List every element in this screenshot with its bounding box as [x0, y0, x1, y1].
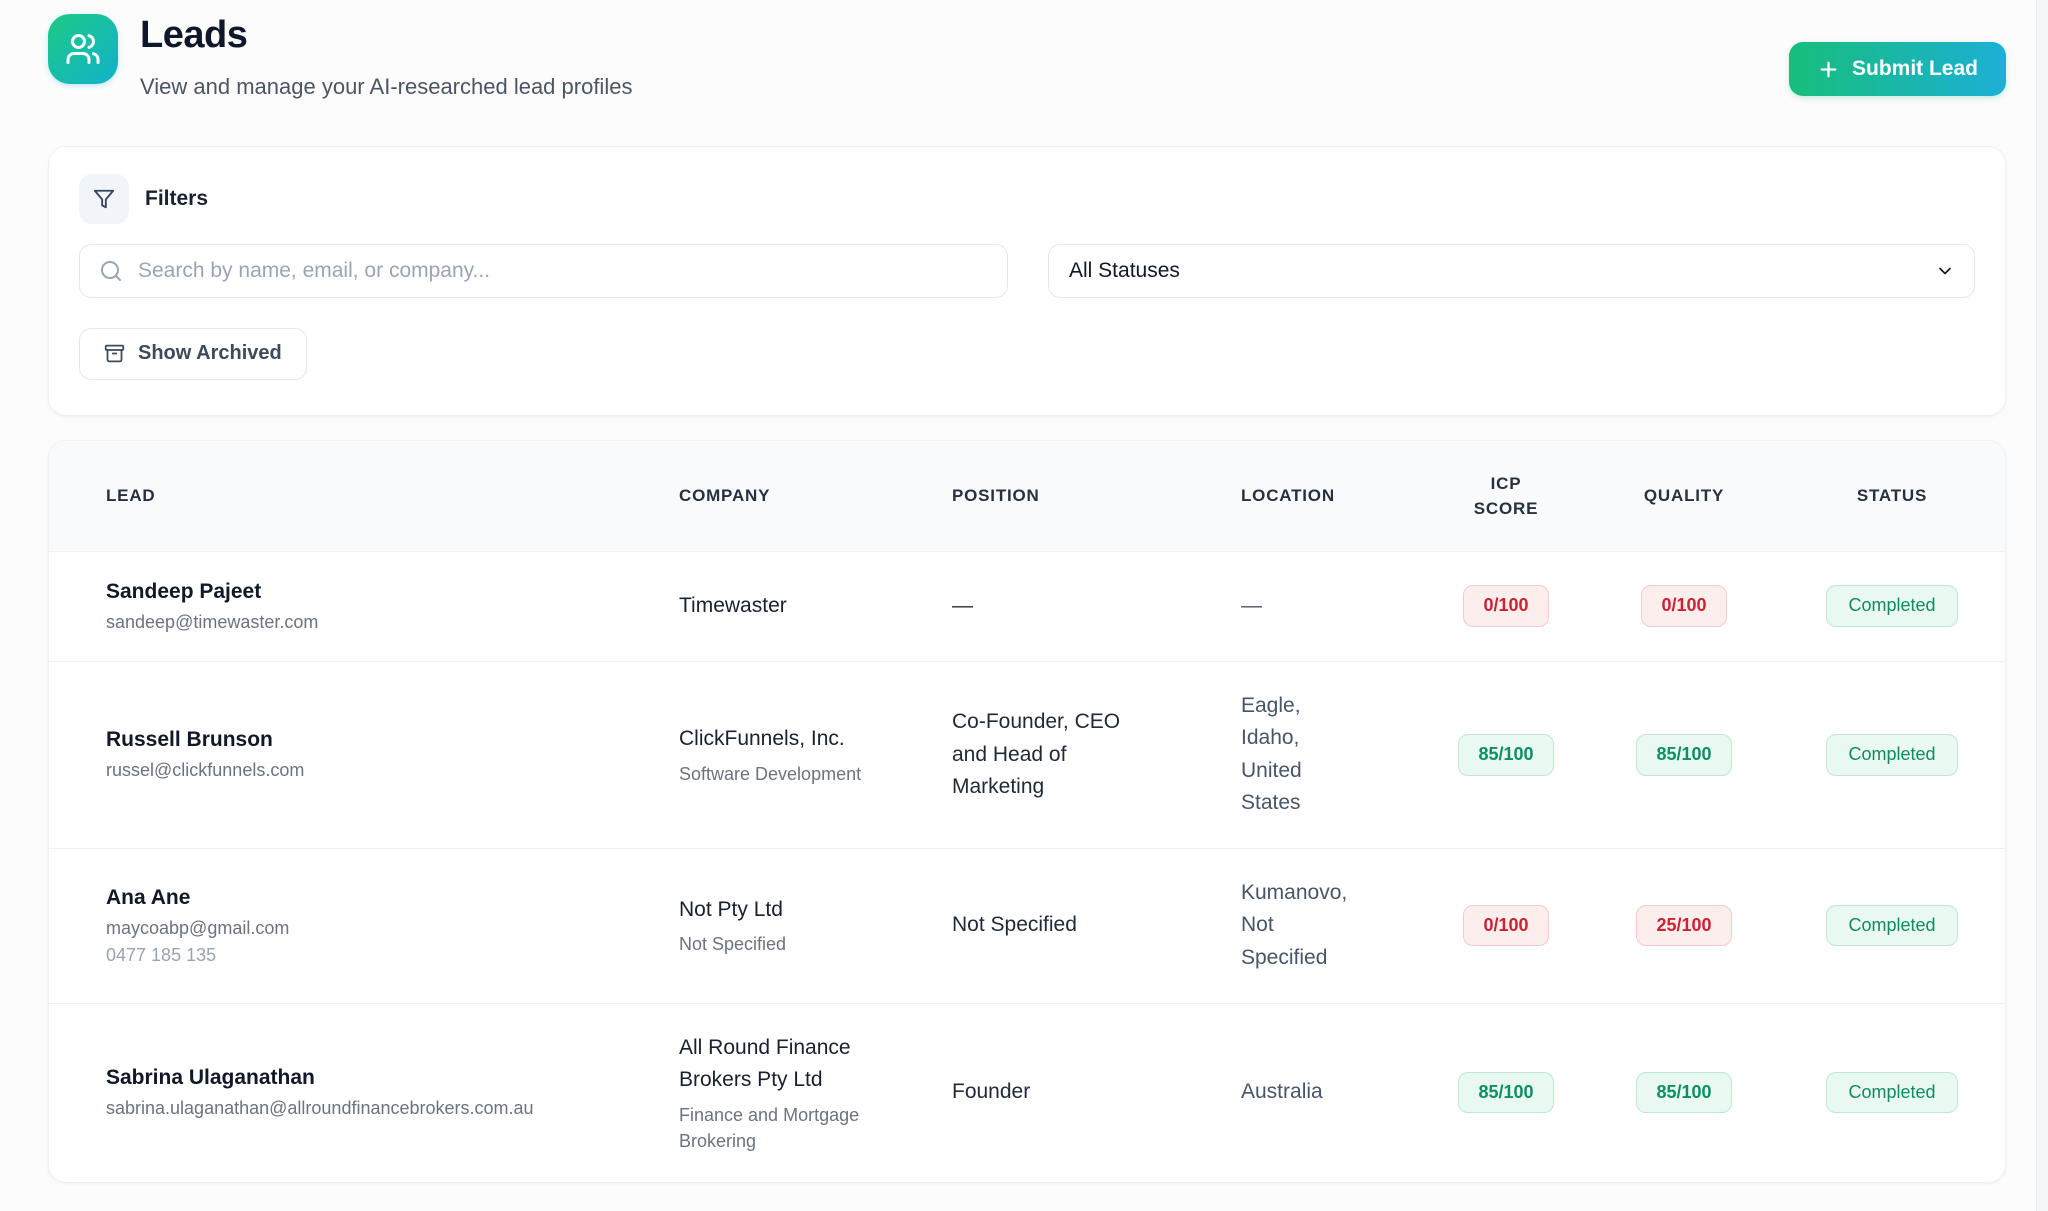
leads-app-icon — [48, 14, 118, 84]
position: Not Specified — [952, 909, 1147, 942]
quality-badge: 0/100 — [1641, 585, 1726, 627]
lead-row[interactable]: Sandeep Pajeet sandeep@timewaster.com Ti… — [49, 551, 2006, 661]
filters-title: Filters — [145, 187, 208, 211]
page-title: Leads — [140, 14, 632, 58]
icp-score-badge: 85/100 — [1458, 1072, 1553, 1114]
position: Co-Founder, CEO and Head of Marketing — [952, 706, 1147, 804]
funnel-icon — [93, 188, 115, 210]
search-input[interactable] — [79, 244, 1008, 298]
show-archived-button[interactable]: Show Archived — [79, 328, 307, 380]
leads-page: Leads View and manage your AI-researched… — [0, 0, 2048, 1183]
column-header-status: STATUS — [1777, 441, 2006, 552]
lead-email: sandeep@timewaster.com — [106, 612, 625, 633]
header-left: Leads View and manage your AI-researched… — [48, 14, 632, 100]
icp-score-badge: 0/100 — [1463, 905, 1548, 947]
status-badge: Completed — [1826, 905, 1957, 947]
lead-email: sabrina.ulaganathan@allroundfinancebroke… — [106, 1098, 625, 1119]
company-name: All Round Finance Brokers Pty Ltd — [679, 1032, 864, 1097]
column-header-quality: QUALITY — [1591, 441, 1777, 552]
column-header-location: LOCATION — [1209, 441, 1421, 552]
column-header-company: COMPANY — [649, 441, 921, 552]
location: Australia — [1241, 1076, 1353, 1109]
lead-row[interactable]: Ana Ane maycoabp@gmail.com 0477 185 135 … — [49, 848, 2006, 1003]
scrollbar[interactable] — [2036, 0, 2048, 1211]
location: Eagle, Idaho, United States — [1241, 690, 1353, 820]
filters-chip — [79, 174, 129, 224]
table-header-row: LEAD COMPANY POSITION LOCATION ICP SCORE… — [49, 441, 2006, 552]
plus-icon — [1817, 58, 1840, 81]
column-header-position: POSITION — [921, 441, 1209, 552]
filters-card: Filters All Statuses — [48, 146, 2006, 416]
icp-score-badge: 85/100 — [1458, 734, 1553, 776]
column-header-icp-score: ICP SCORE — [1421, 441, 1591, 552]
search-wrap — [79, 244, 1008, 298]
company-name: ClickFunnels, Inc. — [679, 723, 864, 756]
archived-row: Show Archived — [79, 328, 1975, 380]
status-filter-wrap: All Statuses — [1048, 244, 1975, 298]
archive-box-icon — [104, 343, 125, 364]
show-archived-label: Show Archived — [138, 342, 282, 365]
quality-badge: 85/100 — [1636, 734, 1731, 776]
leads-table: LEAD COMPANY POSITION LOCATION ICP SCORE… — [49, 441, 2006, 1182]
leads-table-card: LEAD COMPANY POSITION LOCATION ICP SCORE… — [48, 440, 2006, 1183]
company-name: Not Pty Ltd — [679, 894, 864, 927]
status-badge: Completed — [1826, 734, 1957, 776]
lead-name: Russell Brunson — [106, 728, 625, 752]
filters-inputs-row: All Statuses — [79, 244, 1975, 298]
company-industry: Software Development — [679, 761, 864, 787]
column-header-lead: LEAD — [49, 441, 649, 552]
icp-score-badge: 0/100 — [1463, 585, 1548, 627]
lead-phone: 0477 185 135 — [106, 945, 625, 966]
submit-lead-button[interactable]: Submit Lead — [1789, 42, 2006, 96]
magnifier-icon — [99, 259, 123, 283]
status-filter-select[interactable]: All Statuses — [1048, 244, 1975, 298]
users-icon — [65, 31, 101, 67]
lead-row[interactable]: Sabrina Ulaganathan sabrina.ulaganathan@… — [49, 1003, 2006, 1182]
location: — — [1241, 590, 1353, 623]
lead-email: maycoabp@gmail.com — [106, 918, 625, 939]
page-header: Leads View and manage your AI-researched… — [48, 14, 2006, 100]
company-industry: Not Specified — [679, 931, 864, 957]
lead-name: Sandeep Pajeet — [106, 580, 625, 604]
lead-row[interactable]: Russell Brunson russel@clickfunnels.com … — [49, 661, 2006, 848]
page-subtitle: View and manage your AI-researched lead … — [140, 74, 632, 100]
position: Founder — [952, 1076, 1147, 1109]
lead-email: russel@clickfunnels.com — [106, 760, 625, 781]
company-name: Timewaster — [679, 590, 864, 623]
quality-badge: 85/100 — [1636, 1072, 1731, 1114]
position: — — [952, 590, 1147, 623]
header-text: Leads View and manage your AI-researched… — [140, 14, 632, 100]
submit-lead-label: Submit Lead — [1852, 57, 1978, 81]
quality-badge: 25/100 — [1636, 905, 1731, 947]
lead-name: Sabrina Ulaganathan — [106, 1066, 625, 1090]
status-badge: Completed — [1826, 585, 1957, 627]
location: Kumanovo, Not Specified — [1241, 877, 1353, 975]
status-badge: Completed — [1826, 1072, 1957, 1114]
lead-name: Ana Ane — [106, 886, 625, 910]
filters-title-row: Filters — [79, 174, 1975, 224]
company-industry: Finance and Mortgage Brokering — [679, 1102, 864, 1154]
